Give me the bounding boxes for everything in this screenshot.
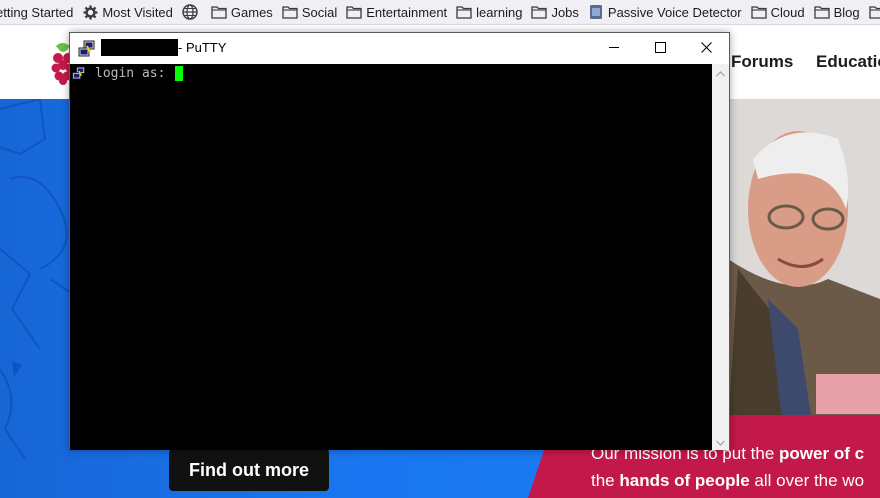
bookmark-passive-voice-detector[interactable]: Passive Voice Detector bbox=[584, 0, 747, 24]
bookmark-globe[interactable] bbox=[178, 0, 207, 24]
bookmark-label: Passive Voice Detector bbox=[607, 4, 742, 20]
maximize-button[interactable] bbox=[637, 33, 683, 64]
hero-photo bbox=[728, 99, 880, 429]
window-title: - PuTTY bbox=[178, 40, 227, 55]
maximize-icon bbox=[654, 40, 666, 58]
folder-icon bbox=[531, 4, 548, 20]
folder-icon bbox=[868, 4, 880, 20]
folder-icon bbox=[211, 4, 227, 20]
bookmark-label: etting Started bbox=[0, 4, 74, 20]
vertical-scrollbar[interactable] bbox=[712, 64, 729, 450]
bookmark-folder-ec[interactable]: EC bbox=[865, 0, 880, 24]
bookmark-label: Cloud bbox=[770, 4, 805, 20]
page-icon bbox=[588, 4, 604, 20]
folder-icon bbox=[813, 4, 830, 20]
bookmark-folder-blog[interactable]: Blog bbox=[810, 0, 865, 24]
nav-education[interactable]: Educatio bbox=[816, 52, 880, 72]
mission-emphasis: hands of people bbox=[619, 471, 750, 490]
mission-text: all over the wo bbox=[749, 471, 865, 490]
mission-emphasis: power of c bbox=[779, 444, 865, 463]
terminal-area[interactable]: login as: bbox=[70, 64, 712, 450]
bookmark-folder-learning[interactable]: learning bbox=[452, 0, 527, 24]
minimize-button[interactable] bbox=[591, 33, 637, 64]
chevron-down-icon bbox=[716, 433, 725, 451]
find-out-more-button[interactable]: Find out more bbox=[169, 449, 329, 491]
bookmark-label: Social bbox=[301, 4, 338, 20]
bookmark-label: Blog bbox=[833, 4, 860, 20]
bookmark-folder-jobs[interactable]: Jobs bbox=[527, 0, 583, 24]
mission-text: the bbox=[591, 471, 620, 490]
redacted-hostname bbox=[101, 39, 178, 56]
folder-icon bbox=[456, 4, 472, 20]
mission-line-2: the hands of people all over the wo bbox=[591, 471, 864, 491]
close-button[interactable] bbox=[683, 33, 729, 64]
bookmarks-toolbar: etting Started Most Visited Games Social… bbox=[0, 0, 880, 25]
folder-icon bbox=[282, 4, 298, 20]
putty-window[interactable]: - PuTTY login as: bbox=[69, 32, 730, 450]
scroll-down-button[interactable] bbox=[712, 433, 729, 450]
bookmark-folder-entertainment[interactable]: Entertainment bbox=[342, 0, 452, 24]
bookmark-label: Entertainment bbox=[366, 4, 448, 20]
folder-icon bbox=[750, 4, 767, 20]
bookmark-label: Games bbox=[230, 4, 273, 20]
bookmark-label: Jobs bbox=[551, 4, 579, 20]
login-prompt: login as: bbox=[95, 66, 174, 81]
close-icon bbox=[700, 40, 712, 58]
bookmark-label: learning bbox=[476, 4, 523, 20]
chevron-up-icon bbox=[716, 64, 725, 82]
terminal-cursor bbox=[175, 66, 183, 81]
bookmark-getting-started[interactable]: etting Started bbox=[0, 0, 78, 24]
bookmark-folder-cloud[interactable]: Cloud bbox=[747, 0, 810, 24]
gear-icon bbox=[82, 4, 98, 20]
putty-icon bbox=[72, 66, 86, 80]
putty-icon bbox=[78, 40, 96, 57]
bookmark-most-visited[interactable]: Most Visited bbox=[78, 0, 178, 24]
globe-icon bbox=[182, 4, 198, 20]
nav-forums[interactable]: Forums bbox=[731, 52, 793, 72]
folder-icon bbox=[346, 4, 362, 20]
putty-titlebar[interactable]: - PuTTY bbox=[70, 33, 729, 64]
minimize-icon bbox=[608, 40, 620, 58]
bookmark-folder-games[interactable]: Games bbox=[207, 0, 278, 24]
bookmark-label: Most Visited bbox=[102, 4, 173, 20]
scroll-up-button[interactable] bbox=[712, 64, 729, 81]
bookmark-folder-social[interactable]: Social bbox=[278, 0, 342, 24]
